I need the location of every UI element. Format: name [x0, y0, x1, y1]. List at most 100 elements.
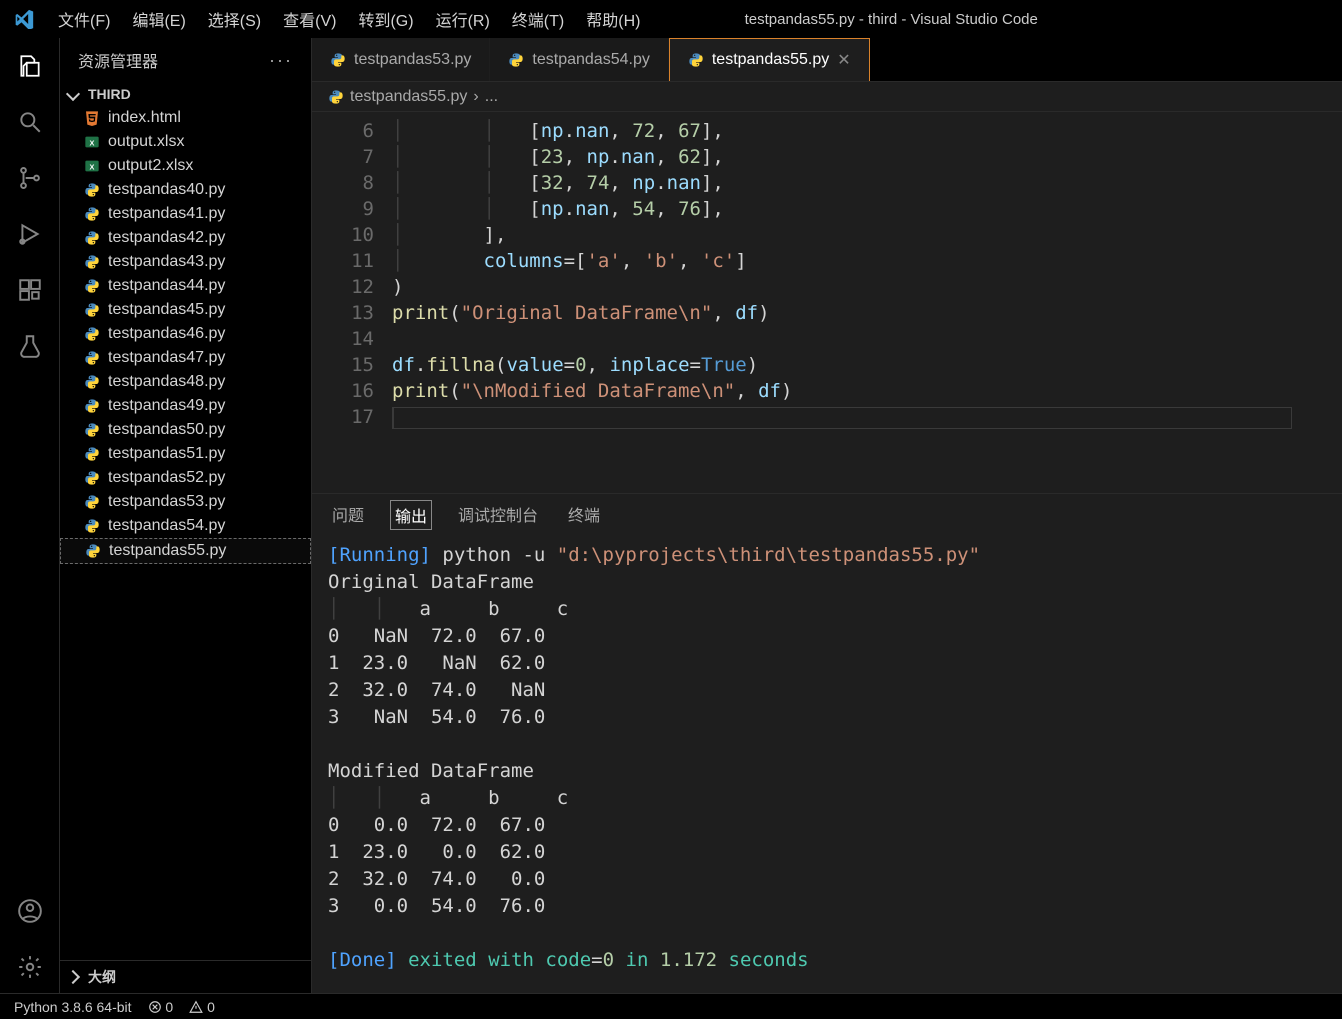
py-file-icon — [84, 470, 100, 486]
status-errors[interactable]: 0 — [148, 999, 174, 1015]
file-item[interactable]: testpandas47.py — [60, 346, 311, 370]
py-file-icon — [84, 422, 100, 438]
source-control-icon[interactable] — [16, 164, 44, 192]
panel-tab[interactable]: 问题 — [328, 500, 368, 530]
file-item[interactable]: index.html — [60, 106, 311, 130]
file-name: testpandas44.py — [108, 277, 225, 295]
editor-tab[interactable]: testpandas53.py — [312, 38, 490, 81]
file-item[interactable]: testpandas44.py — [60, 274, 311, 298]
python-file-icon — [688, 52, 704, 68]
file-name: testpandas41.py — [108, 205, 225, 223]
file-item[interactable]: Xoutput.xlsx — [60, 130, 311, 154]
py-file-icon — [84, 278, 100, 294]
file-item[interactable]: testpandas50.py — [60, 418, 311, 442]
sidebar-more-icon[interactable]: ··· — [269, 50, 293, 71]
code-content[interactable]: │ │ [np.nan, 72, 67],│ │ [23, np.nan, 62… — [392, 112, 1342, 493]
py-file-icon — [84, 326, 100, 342]
breadcrumb-more: ... — [485, 88, 498, 106]
file-item[interactable]: testpandas51.py — [60, 442, 311, 466]
file-name: testpandas54.py — [108, 517, 225, 535]
panel-tab[interactable]: 终端 — [564, 500, 604, 530]
file-item[interactable]: testpandas54.py — [60, 514, 311, 538]
search-icon[interactable] — [16, 108, 44, 136]
tab-label: testpandas53.py — [354, 51, 471, 69]
account-icon[interactable] — [16, 897, 44, 925]
file-name: testpandas50.py — [108, 421, 225, 439]
xlsx-file-icon: X — [84, 158, 100, 174]
file-name: testpandas43.py — [108, 253, 225, 271]
editor-tab[interactable]: testpandas54.py — [490, 38, 668, 81]
file-item[interactable]: testpandas52.py — [60, 466, 311, 490]
py-file-icon — [84, 494, 100, 510]
folder-name: THIRD — [88, 86, 131, 102]
editor-tab[interactable]: testpandas55.py✕ — [669, 38, 870, 81]
xlsx-file-icon: X — [84, 134, 100, 150]
file-item[interactable]: testpandas42.py — [60, 226, 311, 250]
python-file-icon — [330, 52, 346, 68]
file-name: testpandas55.py — [109, 542, 226, 560]
file-name: testpandas51.py — [108, 445, 225, 463]
py-file-icon — [84, 182, 100, 198]
file-name: testpandas48.py — [108, 373, 225, 391]
file-item[interactable]: testpandas40.py — [60, 178, 311, 202]
py-file-icon — [84, 206, 100, 222]
menu-item[interactable]: 转到(G) — [348, 3, 423, 35]
status-python[interactable]: Python 3.8.6 64-bit — [14, 999, 132, 1015]
code-editor[interactable]: 67891011121314151617 │ │ [np.nan, 72, 67… — [312, 112, 1342, 493]
file-name: testpandas47.py — [108, 349, 225, 367]
menu-item[interactable]: 查看(V) — [273, 3, 346, 35]
testing-icon[interactable] — [16, 332, 44, 360]
file-name: testpandas46.py — [108, 325, 225, 343]
file-name: testpandas40.py — [108, 181, 225, 199]
panel-tab[interactable]: 输出 — [390, 500, 432, 530]
file-item[interactable]: testpandas49.py — [60, 394, 311, 418]
sidebar-title: 资源管理器 — [78, 48, 158, 72]
py-file-icon — [84, 302, 100, 318]
breadcrumb-file: testpandas55.py — [350, 88, 467, 106]
file-item[interactable]: testpandas46.py — [60, 322, 311, 346]
explorer-sidebar: 资源管理器 ··· THIRD index.htmlXoutput.xlsxXo… — [60, 38, 312, 993]
editor-tabs: testpandas53.py testpandas54.pytestpandas… — [312, 38, 1342, 82]
sidebar-header: 资源管理器 ··· — [60, 38, 311, 82]
file-item[interactable]: testpandas45.py — [60, 298, 311, 322]
menu-item[interactable]: 选择(S) — [198, 3, 271, 35]
vscode-logo-icon — [10, 9, 38, 29]
html-file-icon — [84, 110, 100, 126]
breadcrumb-separator: › — [473, 88, 478, 106]
file-name: testpandas45.py — [108, 301, 225, 319]
activity-bar — [0, 38, 60, 993]
explorer-icon[interactable] — [16, 52, 44, 80]
folder-header[interactable]: THIRD — [60, 82, 311, 106]
file-item[interactable]: testpandas43.py — [60, 250, 311, 274]
line-gutter: 67891011121314151617 — [312, 112, 392, 493]
file-name: index.html — [108, 109, 181, 127]
extensions-icon[interactable] — [16, 276, 44, 304]
file-name: output.xlsx — [108, 133, 184, 151]
outline-label: 大纲 — [88, 967, 116, 987]
settings-gear-icon[interactable] — [16, 953, 44, 981]
file-item[interactable]: testpandas55.py — [60, 538, 311, 564]
output-content[interactable]: [Running] python -u "d:\pyprojects\third… — [312, 536, 1342, 993]
status-warnings[interactable]: 0 — [189, 999, 215, 1015]
python-file-icon — [328, 89, 344, 105]
file-name: testpandas42.py — [108, 229, 225, 247]
svg-text:X: X — [90, 138, 95, 147]
outline-header[interactable]: 大纲 — [60, 960, 311, 993]
py-file-icon — [84, 350, 100, 366]
panel-tab[interactable]: 调试控制台 — [454, 500, 542, 530]
file-item[interactable]: testpandas41.py — [60, 202, 311, 226]
menu-item[interactable]: 文件(F) — [48, 3, 120, 35]
py-file-icon — [84, 518, 100, 534]
file-item[interactable]: testpandas48.py — [60, 370, 311, 394]
py-file-icon — [84, 446, 100, 462]
file-name: testpandas53.py — [108, 493, 225, 511]
py-file-icon — [84, 398, 100, 414]
file-item[interactable]: Xoutput2.xlsx — [60, 154, 311, 178]
run-debug-icon[interactable] — [16, 220, 44, 248]
close-icon[interactable]: ✕ — [837, 50, 850, 70]
file-item[interactable]: testpandas53.py — [60, 490, 311, 514]
py-file-icon — [84, 374, 100, 390]
breadcrumb[interactable]: testpandas55.py › ... — [312, 82, 1342, 112]
chevron-down-icon — [66, 87, 80, 101]
menu-item[interactable]: 编辑(E) — [122, 3, 195, 35]
